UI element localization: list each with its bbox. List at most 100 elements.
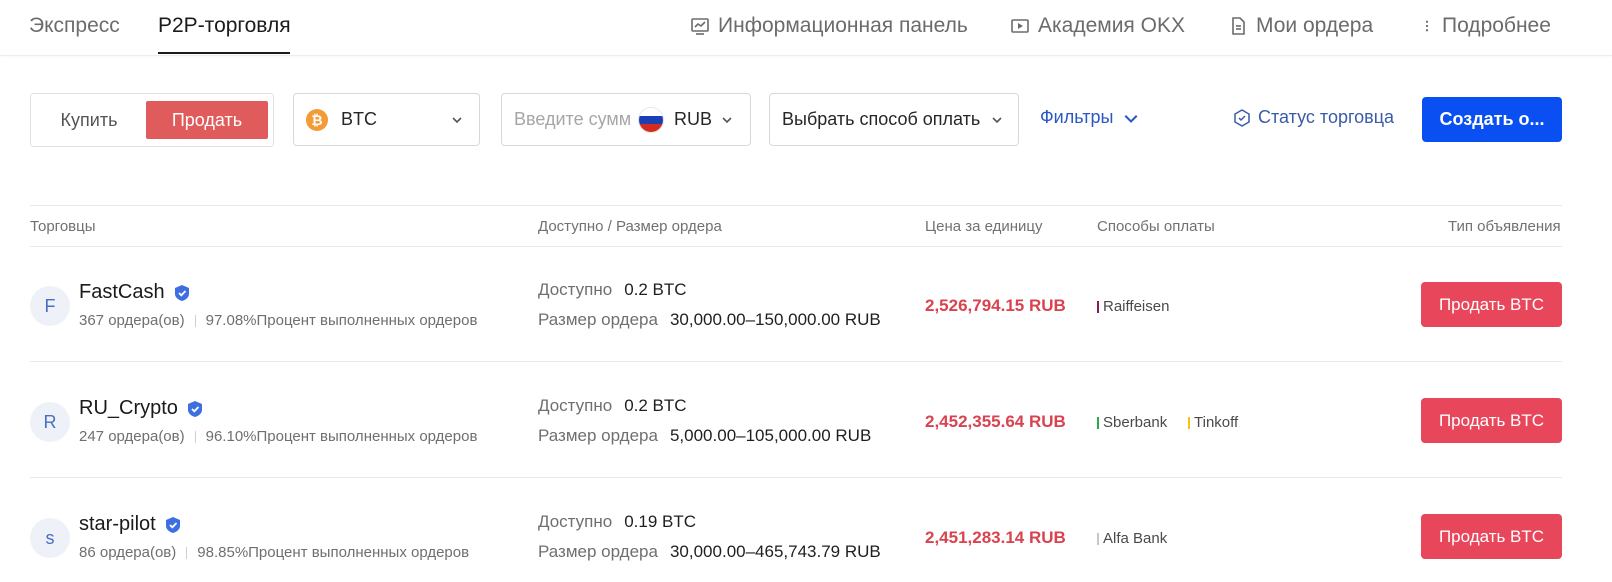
shield-check-icon <box>1234 108 1250 127</box>
available-label: Доступно <box>538 512 613 531</box>
nav-link-label: Мои ордера <box>1256 14 1374 37</box>
trader-name-text: star-pilot <box>79 513 156 535</box>
order-size-label: Размер ордера <box>538 426 658 445</box>
chevron-down-icon <box>1124 114 1138 123</box>
row-divider <box>30 477 1562 478</box>
avatar[interactable]: R <box>30 402 70 442</box>
chevron-down-icon <box>722 117 732 124</box>
order-count: 367 ордера(ов) <box>79 312 185 329</box>
document-icon <box>1232 17 1245 35</box>
order-size: Размер ордера 5,000.00–105,000.00 RUB <box>538 426 871 446</box>
active-tab-indicator <box>158 52 290 54</box>
coin-select-value: BTC <box>341 109 377 129</box>
nav-link-dashboard[interactable]: Информационная панель <box>690 14 968 38</box>
verified-badge-icon <box>174 284 189 301</box>
payment-color-marker <box>1097 532 1099 545</box>
tab-p2p-trading[interactable]: P2P-торговля <box>158 14 291 38</box>
payment-method-tag: Alfa Bank <box>1097 530 1167 547</box>
completion-rate: 96.10%Процент выполненных ордеров <box>205 428 478 445</box>
video-play-icon <box>1011 19 1029 33</box>
header-payment-methods: Способы оплаты <box>1097 218 1215 235</box>
verified-badge-icon <box>165 516 180 533</box>
available-value: 0.2 BTC <box>624 396 687 415</box>
header-available-order-size: Доступно / Размер ордера <box>538 218 722 235</box>
order-count: 247 ордера(ов) <box>79 428 185 445</box>
nav-link-more[interactable]: Подробнее <box>1420 14 1551 38</box>
filters-button[interactable]: Фильтры <box>1040 107 1139 128</box>
nav-link-my-orders[interactable]: Мои ордера <box>1228 14 1373 38</box>
coin-select[interactable]: ₿ BTC <box>293 93 480 146</box>
create-ad-button[interactable]: Создать о... <box>1422 97 1562 142</box>
payment-color-marker <box>1097 416 1099 429</box>
payment-method-tag: Tinkoff <box>1188 414 1238 431</box>
available-label: Доступно <box>538 280 613 299</box>
nav-link-label: Подробнее <box>1442 14 1551 37</box>
available-value: 0.19 BTC <box>624 512 696 531</box>
payment-method-name: Tinkoff <box>1194 414 1239 431</box>
verified-badge-icon <box>187 400 202 417</box>
more-vertical-icon <box>1425 20 1429 32</box>
unit-price: 2,526,794.15 RUB <box>925 296 1066 315</box>
trader-name-text: RU_Crypto <box>79 397 178 419</box>
available-value: 0.2 BTC <box>624 280 687 299</box>
trader-name[interactable]: star-pilot <box>79 513 182 536</box>
amount-input-group[interactable]: Введите сумм RUB <box>501 93 751 146</box>
nav-link-label: Академия OKX <box>1038 14 1185 37</box>
table-header-divider <box>30 246 1562 247</box>
sell-btc-button[interactable]: Продать BTC <box>1421 514 1562 559</box>
sell-btc-button[interactable]: Продать BTC <box>1421 398 1562 443</box>
bitcoin-icon: ₿ <box>306 108 328 131</box>
order-count: 86 ордера(ов) <box>79 544 177 561</box>
nav-link-academy[interactable]: Академия OKX <box>1010 14 1185 38</box>
unit-price: 2,451,283.14 RUB <box>925 528 1066 547</box>
order-size-value: 30,000.00–150,000.00 RUB <box>669 310 881 329</box>
chevron-down-icon <box>992 117 1002 124</box>
unit-price: 2,452,355.64 RUB <box>925 412 1066 431</box>
avatar[interactable]: F <box>30 286 70 326</box>
payment-color-marker <box>1097 300 1099 313</box>
payment-method-name: Sberbank <box>1103 414 1168 431</box>
order-size-value: 30,000.00–465,743.79 RUB <box>669 542 881 561</box>
top-navigation: Экспресс P2P-торговля Информационная пан… <box>0 0 1612 56</box>
available-amount: Доступно 0.19 BTC <box>538 512 696 532</box>
payment-method-name: Alfa Bank <box>1103 530 1168 547</box>
order-size: Размер ордера 30,000.00–150,000.00 RUB <box>538 310 881 330</box>
sell-button[interactable]: Продать <box>146 101 268 139</box>
order-size: Размер ордера 30,000.00–465,743.79 RUB <box>538 542 881 562</box>
currency-select-value[interactable]: RUB <box>674 109 712 130</box>
available-amount: Доступно 0.2 BTC <box>538 396 687 416</box>
header-ad-type: Тип объявления <box>1448 218 1561 235</box>
available-amount: Доступно 0.2 BTC <box>538 280 687 300</box>
tab-express[interactable]: Экспресс <box>29 14 120 38</box>
header-unit-price: Цена за единицу <box>925 218 1043 235</box>
payment-method-tag: Sberbank <box>1097 414 1167 431</box>
trader-status-link[interactable]: Статус торговца <box>1232 107 1394 128</box>
trader-stats: 247 ордера(ов) 96.10%Процент выполненных … <box>79 428 477 445</box>
buy-button[interactable]: Купить <box>32 101 146 139</box>
trader-name[interactable]: FastCash <box>79 281 191 304</box>
available-label: Доступно <box>538 396 613 415</box>
payment-method-placeholder: Выбрать способ оплать <box>782 109 981 129</box>
payment-method-tag: Raiffeisen <box>1097 298 1169 315</box>
payment-method-name: Raiffeisen <box>1103 298 1170 315</box>
sell-btc-button[interactable]: Продать BTC <box>1421 282 1562 327</box>
russia-flag-icon <box>638 106 664 133</box>
order-size-label: Размер ордера <box>538 310 658 329</box>
order-size-label: Размер ордера <box>538 542 658 561</box>
chevron-down-icon <box>452 117 462 124</box>
trader-name-text: FastCash <box>79 281 165 303</box>
header-traders: Торговцы <box>30 218 96 235</box>
avatar[interactable]: s <box>30 518 70 558</box>
trader-stats: 86 ордера(ов) 98.85%Процент выполненных о… <box>79 544 469 561</box>
trader-name[interactable]: RU_Crypto <box>79 397 204 420</box>
completion-rate: 97.08%Процент выполненных ордеров <box>205 312 478 329</box>
trader-status-label: Статус торговца <box>1258 107 1395 127</box>
payment-method-select[interactable]: Выбрать способ оплать <box>769 93 1019 146</box>
amount-input[interactable]: Введите сумм <box>514 109 632 130</box>
nav-link-label: Информационная панель <box>718 14 968 37</box>
completion-rate: 98.85%Процент выполненных ордеров <box>197 544 470 561</box>
row-divider <box>30 361 1562 362</box>
buy-sell-toggle: Купить Продать <box>30 93 274 147</box>
dashboard-chart-icon <box>691 18 709 35</box>
trader-stats: 367 ордера(ов) 97.08%Процент выполненных … <box>79 312 477 329</box>
